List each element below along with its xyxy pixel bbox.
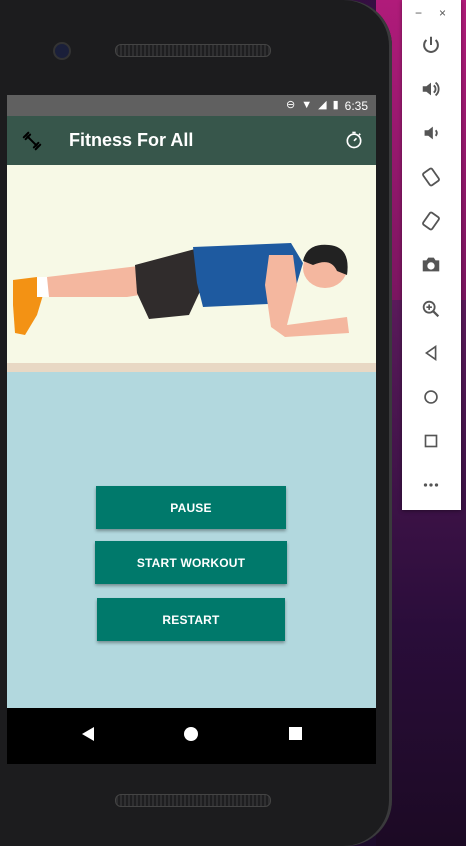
recents-icon[interactable] <box>289 727 302 740</box>
emulator-toolbar: − × <box>402 0 461 510</box>
back-icon[interactable] <box>82 727 94 741</box>
pause-button[interactable]: PAUSE <box>96 486 286 529</box>
battery-icon: ▮ <box>332 99 339 111</box>
volume-down-icon[interactable] <box>419 121 443 145</box>
home-icon[interactable] <box>184 727 198 741</box>
home-icon[interactable] <box>419 385 443 409</box>
power-icon[interactable] <box>419 33 443 57</box>
dumbbell-icon[interactable] <box>21 130 43 152</box>
status-time: 6:35 <box>344 98 368 113</box>
device-screen: ⊖ ▼ ◢ ▮ 6:35 Fitness For All PAUSE START… <box>7 95 376 764</box>
close-button[interactable]: × <box>439 6 446 20</box>
zoom-icon[interactable] <box>419 297 443 321</box>
app-bar: Fitness For All <box>7 116 376 165</box>
phone-frame: ⊖ ▼ ◢ ▮ 6:35 Fitness For All PAUSE START… <box>0 0 392 846</box>
toolbar-window-controls: − × <box>402 6 461 22</box>
workout-controls: PAUSE START WORKOUT RESTART <box>7 372 376 708</box>
screenshot-icon[interactable] <box>419 253 443 277</box>
rotate-right-icon[interactable] <box>419 209 443 233</box>
start-workout-button[interactable]: START WORKOUT <box>95 541 287 584</box>
bottom-speaker <box>115 794 271 807</box>
timer-icon[interactable] <box>344 130 364 150</box>
more-icon[interactable] <box>419 473 443 497</box>
restart-button[interactable]: RESTART <box>97 598 285 641</box>
overview-icon[interactable] <box>419 429 443 453</box>
app-title: Fitness For All <box>69 130 194 150</box>
minimize-button[interactable]: − <box>415 6 422 20</box>
dnd-icon: ⊖ <box>286 99 296 111</box>
front-camera <box>53 42 71 60</box>
status-bar: ⊖ ▼ ◢ ▮ 6:35 <box>7 95 376 116</box>
android-nav-bar <box>7 708 376 764</box>
signal-icon: ◢ <box>318 99 327 111</box>
back-icon[interactable] <box>419 341 443 365</box>
earpiece-speaker <box>115 44 271 57</box>
rotate-left-icon[interactable] <box>419 165 443 189</box>
volume-up-icon[interactable] <box>419 77 443 101</box>
plank-illustration <box>7 165 376 372</box>
wifi-icon: ▼ <box>301 99 313 111</box>
